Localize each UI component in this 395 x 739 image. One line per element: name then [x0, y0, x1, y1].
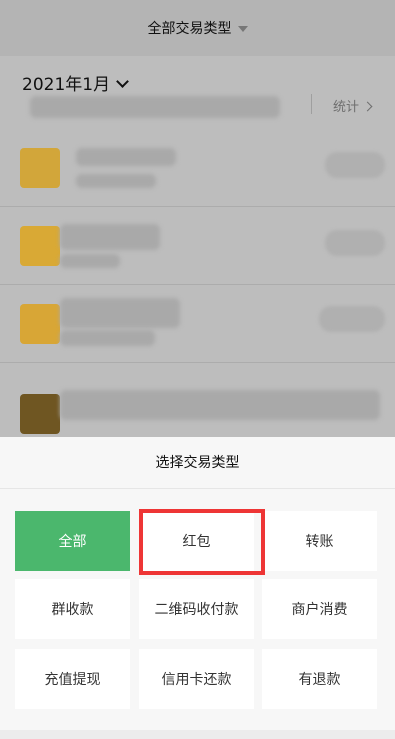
option-refund[interactable]: 有退款: [262, 649, 377, 709]
transaction-row[interactable]: [0, 284, 395, 363]
bill-list-page: 全部交易类型 2021年1月 统计: [0, 0, 395, 437]
blurred-name: [60, 298, 180, 328]
option-qr-payment[interactable]: 二维码收付款: [139, 579, 254, 639]
transaction-icon: [20, 304, 60, 344]
month-selector[interactable]: 2021年1月: [22, 70, 129, 95]
transaction-icon: [20, 226, 60, 266]
sheet-divider: [0, 488, 395, 489]
blurred-time: [60, 254, 120, 268]
stats-link[interactable]: 统计: [333, 96, 373, 115]
caret-down-icon: [237, 26, 248, 32]
option-all[interactable]: 全部: [15, 511, 130, 571]
blurred-amount: [325, 152, 385, 178]
transaction-row[interactable]: [0, 206, 395, 285]
blurred-time: [76, 174, 156, 188]
highlight-box: [139, 509, 265, 575]
option-merchant[interactable]: 商户消费: [262, 579, 377, 639]
blurred-summary: [30, 96, 280, 118]
transaction-row[interactable]: [0, 362, 395, 437]
blurred-amount: [325, 230, 385, 256]
top-bar: 全部交易类型: [0, 0, 395, 56]
chevron-right-icon: [362, 101, 373, 112]
month-row: 2021年1月 统计: [0, 56, 395, 128]
blurred-name: [76, 148, 176, 166]
month-label: 2021年1月: [22, 75, 111, 95]
option-topup-withdraw[interactable]: 充值提现: [15, 649, 130, 709]
bottom-strip: [0, 730, 395, 739]
blurred-name: [60, 224, 160, 250]
blurred-time: [60, 330, 155, 346]
filter-title: 全部交易类型: [147, 21, 232, 37]
transaction-icon: [20, 394, 60, 434]
stats-label: 统计: [333, 100, 360, 115]
option-transfer[interactable]: 转账: [262, 511, 377, 571]
transaction-row[interactable]: [0, 128, 395, 207]
chevron-down-icon: [116, 75, 129, 88]
divider: [311, 94, 312, 114]
blurred-amount: [319, 306, 385, 332]
transaction-type-filter[interactable]: 全部交易类型: [0, 18, 395, 38]
transaction-icon: [20, 148, 60, 188]
option-credit-card[interactable]: 信用卡还款: [139, 649, 254, 709]
option-group-collection[interactable]: 群收款: [15, 579, 130, 639]
sheet-title: 选择交易类型: [155, 455, 240, 471]
blurred-name: [60, 390, 380, 420]
